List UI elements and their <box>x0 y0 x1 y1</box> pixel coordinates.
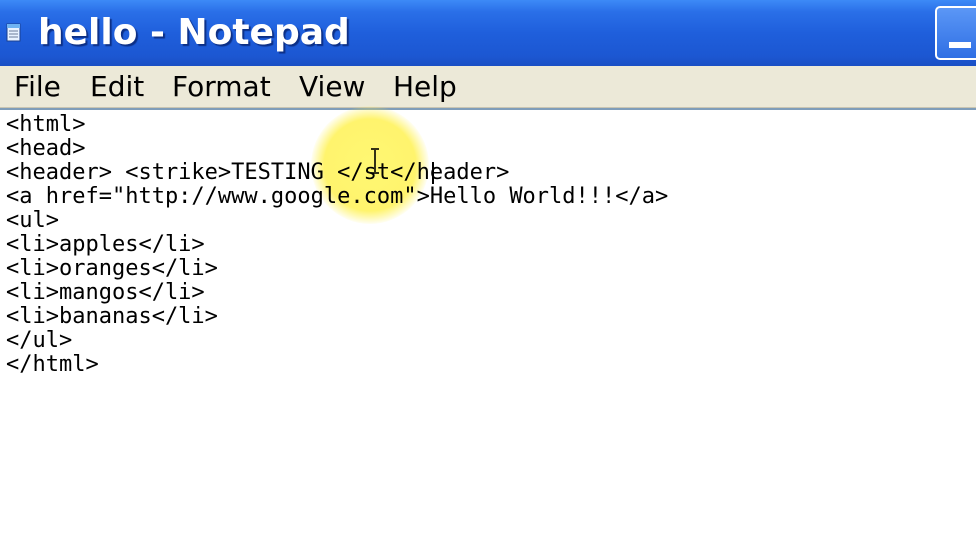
title-bar[interactable]: hello - Notepad <box>0 0 976 66</box>
menu-bar: File Edit Format View Help <box>0 66 976 108</box>
editor-line: <li>oranges</li> <box>6 256 218 281</box>
menu-format[interactable]: Format <box>172 69 271 105</box>
menu-edit[interactable]: Edit <box>90 69 144 105</box>
editor-line: <li>bananas</li> <box>6 304 218 329</box>
ibeam-cursor-icon <box>371 148 379 174</box>
editor-line: <ul> <box>6 208 59 233</box>
text-caret <box>432 162 434 184</box>
notepad-window: hello - Notepad File Edit Format View He… <box>0 0 976 534</box>
notepad-icon[interactable] <box>6 22 22 42</box>
menu-view[interactable]: View <box>299 69 365 105</box>
editor-line: </ul> <box>6 328 73 353</box>
editor-line: <li>apples</li> <box>6 232 205 257</box>
window-title: hello - Notepad <box>38 12 350 53</box>
minimize-button[interactable] <box>935 6 976 60</box>
editor-line: </html> <box>6 352 99 377</box>
minimize-icon <box>949 42 971 48</box>
editor-line: <html> <box>6 112 86 137</box>
menu-file[interactable]: File <box>14 69 61 105</box>
menu-help[interactable]: Help <box>393 69 457 105</box>
editor-line: <head> <box>6 136 86 161</box>
editor-line: <a href="http://www.google.com">Hello Wo… <box>6 184 669 209</box>
editor-line: <li>mangos</li> <box>6 280 205 305</box>
